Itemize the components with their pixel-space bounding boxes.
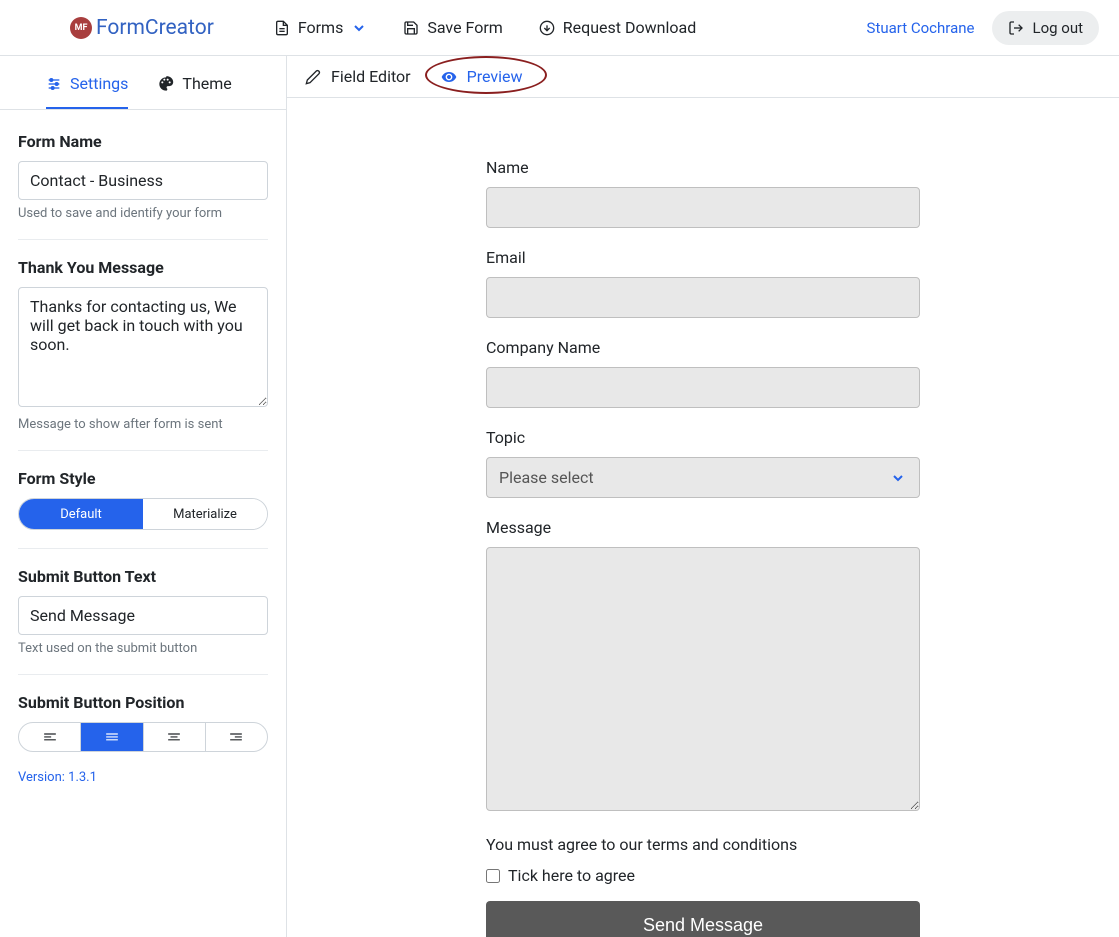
request-download-button[interactable]: Request Download	[539, 18, 696, 37]
save-form-label: Save Form	[427, 18, 502, 37]
form-name-label: Form Name	[18, 132, 268, 151]
save-icon	[403, 20, 419, 36]
request-download-label: Request Download	[563, 18, 696, 37]
preview-area: Name Email Company Name Topic Please sel…	[287, 98, 1119, 937]
brand-logo[interactable]: MF FormCreator	[70, 16, 214, 40]
save-form-button[interactable]: Save Form	[403, 18, 502, 37]
tab-field-editor[interactable]: Field Editor	[305, 66, 411, 97]
submit-position-segmented	[18, 722, 268, 752]
main-tabs: Field Editor Preview	[287, 56, 1119, 98]
version-text: Version: 1.3.1	[18, 770, 268, 785]
align-left-option[interactable]	[19, 723, 81, 751]
submit-position-label: Submit Button Position	[18, 693, 268, 712]
topbar-actions: Forms Save Form Request Download	[274, 18, 696, 37]
align-center-option[interactable]	[144, 723, 206, 751]
preview-company-input[interactable]	[486, 367, 920, 408]
brand-name: FormCreator	[96, 16, 214, 40]
align-justify-option[interactable]	[81, 723, 143, 751]
tab-field-editor-label: Field Editor	[331, 67, 411, 86]
submit-position-group: Submit Button Position	[18, 693, 268, 752]
tab-theme-label: Theme	[182, 74, 231, 93]
preview-email-label: Email	[486, 248, 920, 267]
form-style-label: Form Style	[18, 469, 268, 488]
submit-text-group: Submit Button Text Text used on the subm…	[18, 567, 268, 656]
tab-preview[interactable]: Preview	[441, 66, 523, 97]
tab-settings[interactable]: Settings	[46, 72, 128, 109]
sliders-icon	[46, 76, 62, 92]
form-style-group: Form Style Default Materialize	[18, 469, 268, 530]
style-materialize-option[interactable]: Materialize	[143, 499, 267, 529]
main: Field Editor Preview Name Email	[287, 56, 1119, 937]
edit-icon	[305, 69, 321, 85]
form-name-input[interactable]	[18, 161, 268, 200]
thank-you-helper: Message to show after form is sent	[18, 417, 268, 432]
preview-message-label: Message	[486, 518, 920, 537]
chevron-down-icon	[351, 20, 367, 36]
submit-text-input[interactable]	[18, 596, 268, 635]
user-link[interactable]: Stuart Cochrane	[867, 19, 975, 37]
form-name-helper: Used to save and identify your form	[18, 206, 268, 221]
style-default-option[interactable]: Default	[19, 499, 143, 529]
preview-agree-label: Tick here to agree	[508, 866, 635, 885]
eye-icon	[441, 69, 457, 85]
thank-you-group: Thank You Message Message to show after …	[18, 258, 268, 432]
preview-name-input[interactable]	[486, 187, 920, 228]
download-icon	[539, 20, 555, 36]
forms-menu[interactable]: Forms	[274, 18, 368, 37]
palette-icon	[158, 76, 174, 92]
thank-you-label: Thank You Message	[18, 258, 268, 277]
preview-submit-button[interactable]: Send Message	[486, 901, 920, 937]
preview-name-label: Name	[486, 158, 920, 177]
logout-label: Log out	[1032, 19, 1083, 37]
sidebar: Settings Theme Form Name Used to save an…	[0, 56, 287, 937]
preview-agree-checkbox[interactable]	[486, 869, 500, 883]
submit-text-helper: Text used on the submit button	[18, 641, 268, 656]
tab-settings-label: Settings	[70, 74, 128, 93]
brand-badge: MF	[70, 17, 92, 39]
submit-text-label: Submit Button Text	[18, 567, 268, 586]
forms-label: Forms	[298, 18, 344, 37]
preview-email-input[interactable]	[486, 277, 920, 318]
preview-company-label: Company Name	[486, 338, 920, 357]
document-icon	[274, 20, 290, 36]
logout-icon	[1008, 20, 1024, 36]
preview-message-textarea[interactable]	[486, 547, 920, 811]
tab-preview-label: Preview	[467, 67, 523, 86]
preview-topic-label: Topic	[486, 428, 920, 447]
preview-terms-text: You must agree to our terms and conditio…	[486, 835, 920, 854]
align-right-option[interactable]	[206, 723, 267, 751]
topbar: MF FormCreator Forms Save Form Request D…	[0, 0, 1119, 56]
sidebar-tabs: Settings Theme	[0, 56, 286, 110]
thank-you-textarea[interactable]	[18, 287, 268, 407]
tab-theme[interactable]: Theme	[158, 72, 231, 109]
preview-topic-select[interactable]: Please select	[486, 457, 920, 498]
form-name-group: Form Name Used to save and identify your…	[18, 132, 268, 221]
preview-form: Name Email Company Name Topic Please sel…	[486, 158, 920, 937]
logout-button[interactable]: Log out	[992, 11, 1099, 45]
form-style-toggle: Default Materialize	[18, 498, 268, 530]
